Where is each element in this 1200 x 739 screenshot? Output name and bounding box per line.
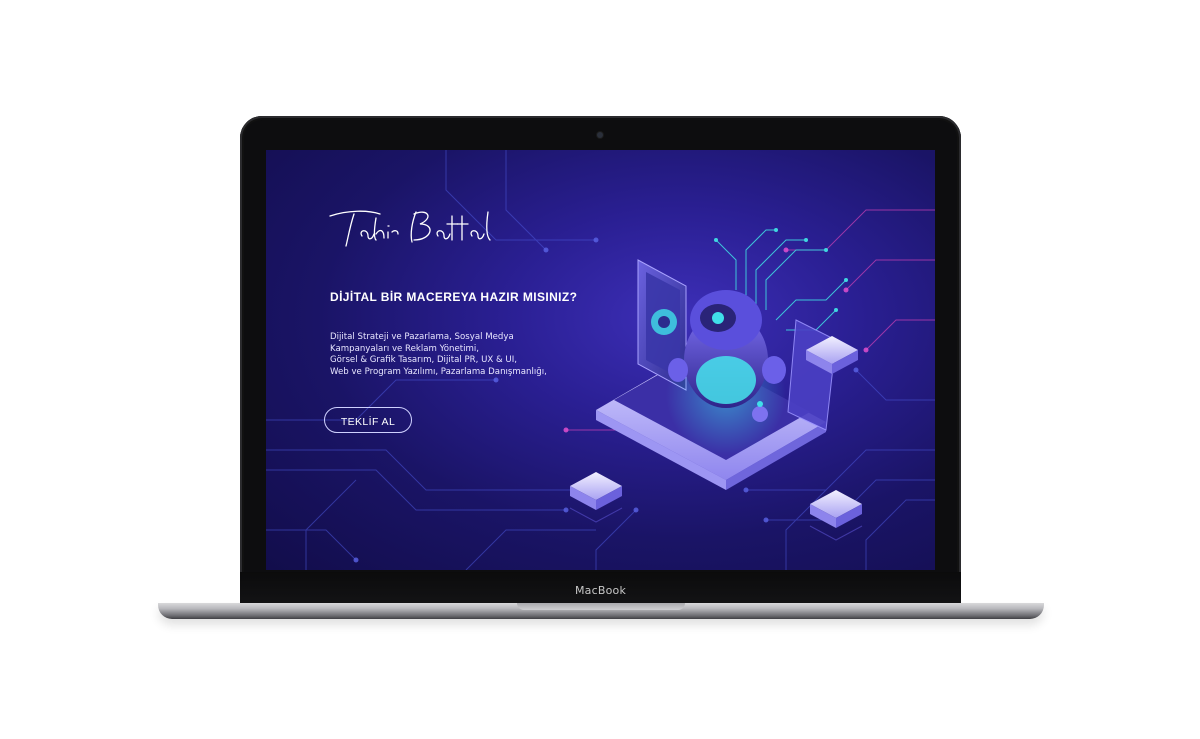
webcam-icon: [597, 132, 603, 138]
signature-logo: [329, 210, 491, 247]
website-screen: DİJİTAL BİR MACEREYA HAZIR MISINIZ? Diji…: [266, 150, 935, 570]
services-line: Görsel & Grafik Tasarım, Dijital PR, UX …: [330, 355, 517, 365]
hero-headline: DİJİTAL BİR MACEREYA HAZIR MISINIZ?: [330, 290, 578, 304]
services-list: Dijital Strateji ve Pazarlama, Sosyal Me…: [330, 332, 570, 378]
services-line: Dijital Strateji ve Pazarlama, Sosyal Me…: [330, 332, 514, 342]
laptop-base: [158, 603, 1044, 619]
laptop-lid: DİJİTAL BİR MACEREYA HAZIR MISINIZ? Diji…: [240, 116, 961, 608]
cube-left-bottom: [569, 472, 623, 523]
services-line: Web ve Program Yazılımı, Pazarlama Danış…: [330, 366, 547, 377]
cube-right-bottom: [809, 490, 863, 541]
mockup-stage: DİJİTAL BİR MACEREYA HAZIR MISINIZ? Diji…: [0, 0, 1200, 739]
macbook-brand-label: MacBook: [574, 584, 627, 597]
services-line: Kampanyaları ve Reklam Yönetimi,: [330, 343, 480, 354]
laptop-opening-notch: [517, 603, 685, 610]
isometric-robot-laptop-illustration: [569, 228, 863, 541]
get-quote-button[interactable]: TEKLİF AL: [324, 407, 412, 433]
